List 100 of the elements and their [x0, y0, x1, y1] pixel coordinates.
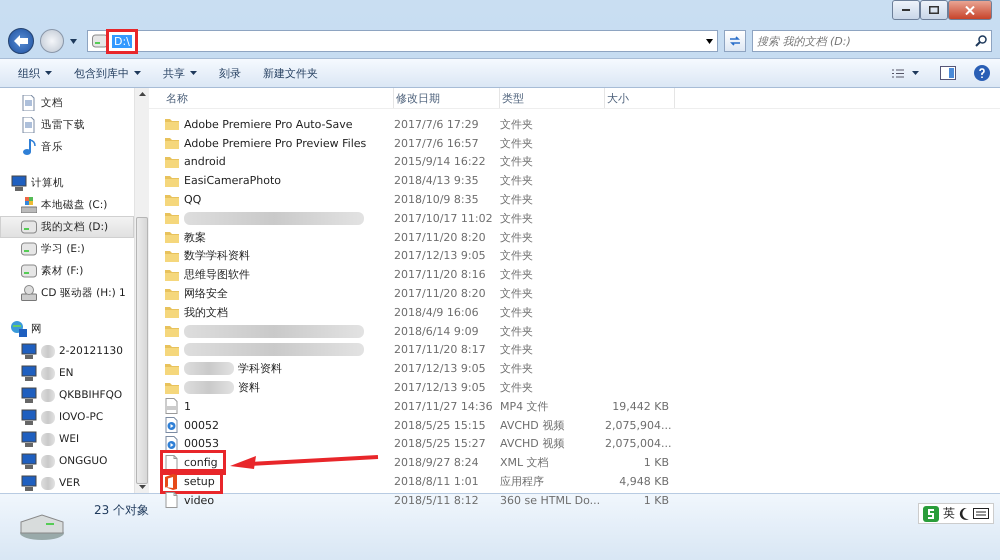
sidebar-item[interactable]: 学习 (E:) [0, 238, 134, 260]
preview-pane-icon[interactable] [940, 66, 956, 80]
drive-icon [20, 514, 64, 540]
drive-icon [21, 219, 37, 235]
scrollbar[interactable] [134, 88, 149, 493]
file-icon [164, 454, 180, 471]
computer-icon [21, 387, 37, 403]
date-cell-text: 2018/9/27 8:24 [394, 456, 480, 470]
date-cell-text: 2017/12/13 9:05 [394, 381, 487, 394]
type-cell-text: 文件夹 [500, 248, 534, 264]
folder-icon [164, 323, 180, 340]
ime-logo-icon [923, 506, 939, 522]
computer-icon [21, 409, 37, 425]
size-cell-text: 2,075,004... [605, 437, 672, 450]
size-cell-text: 19,442 KB [611, 400, 670, 413]
document-icon [21, 95, 37, 111]
ime-toolbar[interactable]: 英 [918, 503, 994, 524]
sidebar-item[interactable]: IOVO-PC [0, 406, 134, 428]
office-logo-icon [164, 474, 180, 490]
type-cell-text: 文件夹 [500, 324, 534, 339]
sidebar-item[interactable]: ONGGUO [0, 450, 134, 472]
file-name[interactable]: 学科资料 [238, 361, 282, 376]
sidebar-item[interactable]: EN [0, 362, 134, 384]
refresh-button[interactable] [724, 30, 746, 52]
sidebar-item[interactable]: 计算机 [0, 172, 134, 194]
file-name[interactable]: 00053 [184, 437, 219, 450]
close-button[interactable] [948, 0, 992, 20]
dropdown-caret-icon[interactable] [70, 38, 77, 44]
type-cell-text: AVCHD 视频 [500, 436, 566, 452]
dropdown-caret-icon[interactable] [706, 38, 713, 44]
computer-icon [21, 431, 37, 447]
help-icon[interactable] [974, 65, 990, 81]
column-header[interactable]: 名称 [164, 88, 394, 108]
sidebar-item[interactable]: 我的文档 (D:) [0, 216, 134, 238]
sidebar-item[interactable]: 音乐 [0, 136, 134, 158]
toolbar-button[interactable]: 刻录 [211, 62, 249, 84]
sidebar-item[interactable]: CD 驱动器 (H:) 1 [0, 282, 134, 304]
moon-icon[interactable] [959, 508, 969, 520]
folder-icon [164, 135, 180, 152]
type-cell-text: 文件夹 [500, 304, 534, 320]
search-field[interactable]: 搜索 我的文档 (D:) [752, 30, 992, 52]
video-file-icon [164, 398, 180, 414]
toolbar-button[interactable]: 包含到库中 [66, 62, 149, 84]
computer-icon [21, 475, 37, 491]
file-name[interactable]: QQ [184, 193, 202, 206]
sidebar-item[interactable]: 素材 (F:) [0, 260, 134, 282]
maximize-button[interactable] [920, 0, 948, 20]
view-options-icon[interactable] [892, 68, 920, 78]
date-cell-text: 2017/12/13 9:05 [394, 362, 487, 376]
sidebar-item[interactable]: 本地磁盘 (C:) [0, 194, 134, 216]
minimize-button[interactable] [892, 0, 920, 20]
file-name[interactable]: 1 [184, 400, 191, 413]
file-name[interactable]: 资料 [238, 380, 260, 396]
column-header[interactable]: 修改日期 [394, 88, 500, 108]
keyboard-icon[interactable] [973, 508, 989, 519]
scrollbar-thumb[interactable] [136, 217, 148, 484]
file-name[interactable]: config [184, 456, 218, 470]
sidebar-item[interactable]: WEI [0, 428, 134, 450]
sidebar-item[interactable]: 文档 [0, 92, 134, 114]
toolbar-button[interactable]: 共享 [155, 62, 205, 84]
file-name[interactable]: Adobe Premiere Pro Auto-Save [184, 118, 353, 131]
file-name[interactable]: EasiCameraPhoto [184, 174, 282, 188]
date-cell-text: 2018/5/25 15:15 [394, 418, 487, 432]
toolbar-button[interactable]: 组织 [10, 62, 60, 84]
sidebar-item[interactable]: 2-20121130 [0, 340, 134, 362]
date-cell-text: 2018/5/11 8:12 [394, 494, 480, 507]
file-name[interactable]: 教案 [184, 230, 206, 245]
size-cell-text: 2,075,904... [605, 418, 672, 432]
sidebar-item[interactable]: VER [0, 472, 134, 493]
type-cell-text: 文件夹 [500, 342, 534, 358]
file-name[interactable]: android [184, 155, 226, 168]
video-file-icon [164, 417, 180, 434]
type-cell-text: 应用程序 [500, 474, 545, 490]
close-icon [965, 6, 975, 14]
forward-button[interactable] [40, 29, 64, 53]
file-name[interactable]: 我的文档 [184, 304, 228, 320]
toolbar-button[interactable]: 新建文件夹 [255, 62, 326, 84]
file-name[interactable]: 00052 [184, 418, 219, 432]
file-name[interactable]: video [184, 494, 214, 507]
sidebar-item[interactable]: 网 [0, 318, 134, 340]
type-cell-text: 360 se HTML Do... [500, 494, 602, 507]
size-cell-text: 1 KB [642, 456, 670, 470]
date-cell-text: 2018/6/14 9:09 [394, 324, 480, 338]
column-header[interactable]: 类型 [500, 88, 605, 108]
file-name[interactable]: 网络安全 [184, 286, 228, 302]
file-name[interactable]: Adobe Premiere Pro Preview Files [184, 136, 366, 150]
file-name[interactable]: 数学学科资料 [184, 248, 250, 264]
sidebar-item[interactable]: 迅雷下载 [0, 114, 134, 136]
file-name[interactable]: setup [184, 475, 215, 488]
back-button[interactable] [8, 28, 34, 54]
date-cell-text: 2017/11/20 8:17 [394, 343, 487, 356]
back-arrow-icon [14, 35, 28, 47]
drive-icon [21, 197, 37, 213]
sidebar-item[interactable]: QKBBIHFQO [0, 384, 134, 406]
scroll-up-icon [138, 92, 146, 96]
search-icon [975, 35, 987, 47]
type-cell-text: XML 文档 [500, 455, 550, 470]
file-name[interactable]: 思维导图软件 [184, 267, 250, 282]
minimize-icon [902, 9, 910, 11]
column-header[interactable]: 大小 [605, 88, 675, 108]
